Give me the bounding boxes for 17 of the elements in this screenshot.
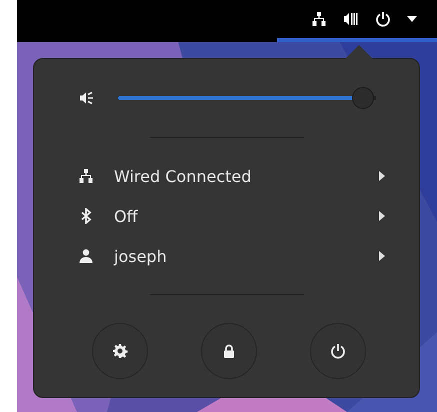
submenu-arrow-icon xyxy=(379,251,385,261)
network-icon xyxy=(78,168,94,184)
network-icon xyxy=(311,11,327,27)
lock-icon xyxy=(221,343,237,359)
user-icon xyxy=(78,248,94,264)
caret-icon xyxy=(407,16,417,22)
menu-item[interactable]: joseph xyxy=(34,236,419,276)
submenu-arrow-icon xyxy=(379,171,385,181)
volume-icon xyxy=(343,11,359,27)
menu-item[interactable]: Off xyxy=(34,196,419,236)
menu-item[interactable]: Wired Connected xyxy=(34,156,419,196)
power-icon xyxy=(375,11,391,27)
volume-icon xyxy=(78,90,94,106)
slider-handle[interactable] xyxy=(352,87,374,109)
settings-icon xyxy=(112,343,128,359)
power-icon xyxy=(330,343,346,359)
submenu-arrow-icon xyxy=(379,211,385,221)
